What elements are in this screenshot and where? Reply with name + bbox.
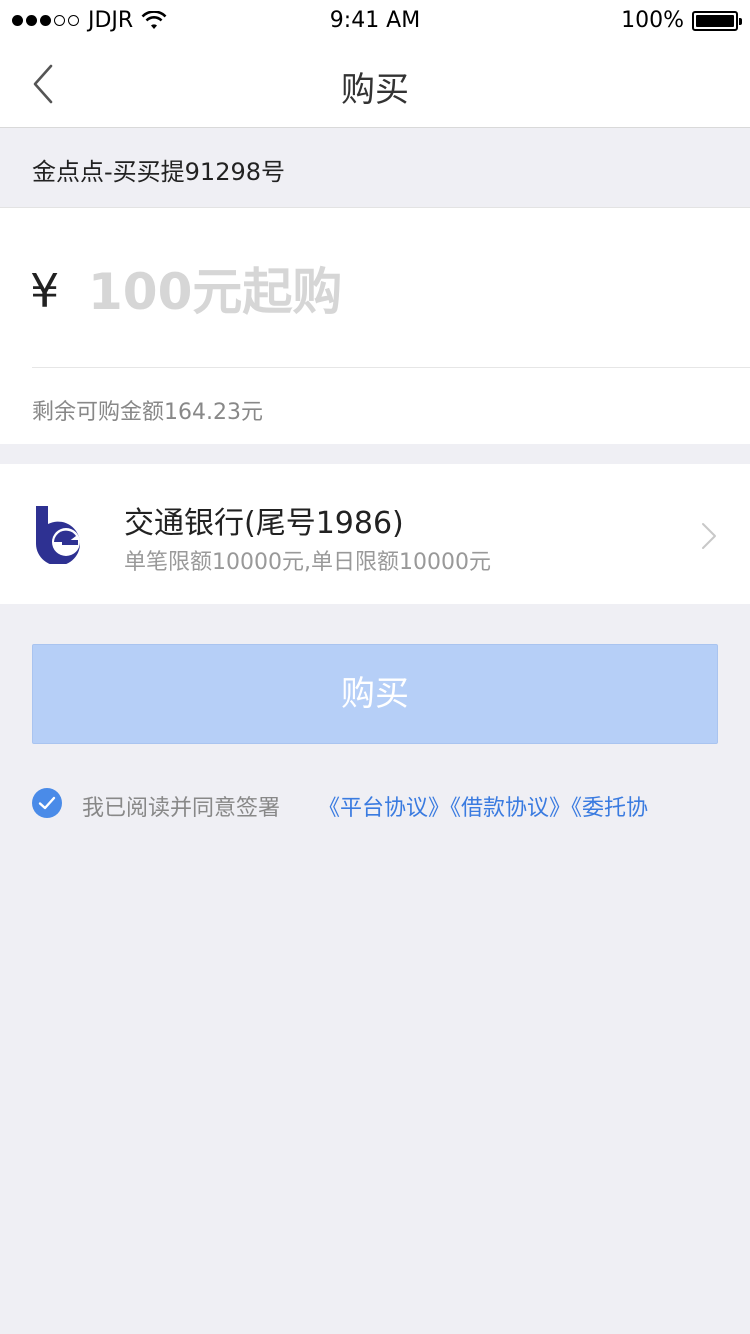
battery-status: 100% bbox=[621, 8, 742, 33]
agreement-row: 我已阅读并同意签署 《平台协议》《借款协议》《委托协 bbox=[32, 786, 750, 822]
page-title: 购买 bbox=[341, 70, 409, 110]
nav-bar: 购买 bbox=[0, 40, 750, 128]
chevron-right-icon bbox=[702, 523, 716, 549]
bank-logo-icon bbox=[36, 506, 80, 564]
bank-limit: 单笔限额10000元,单日限额10000元 bbox=[124, 550, 491, 575]
checkbox-checked-icon[interactable] bbox=[32, 788, 62, 818]
entrust-agreement-link[interactable]: 《委托协 bbox=[571, 796, 648, 821]
product-header: 金点点-买买提91298号 bbox=[0, 128, 750, 208]
bank-name: 交通银行(尾号1986) bbox=[124, 506, 404, 541]
buy-button[interactable]: 购买 bbox=[32, 644, 718, 744]
currency-symbol: ¥ bbox=[30, 264, 60, 318]
agreement-links: 《平台协议》《借款协议》《委托协 bbox=[318, 790, 648, 822]
agreement-text: 我已阅读并同意签署 bbox=[82, 796, 281, 821]
amount-input[interactable] bbox=[88, 256, 708, 328]
amount-card: ¥ 剩余可购金额164.23元 bbox=[0, 208, 750, 444]
status-bar: JDJR 9:41 AM 100% bbox=[0, 0, 750, 40]
bank-card-selector[interactable]: 交通银行(尾号1986) 单笔限额10000元,单日限额10000元 bbox=[0, 464, 750, 604]
battery-percent: 100% bbox=[621, 8, 684, 33]
divider bbox=[32, 367, 750, 368]
loan-agreement-link[interactable]: 《借款协议》 bbox=[450, 796, 571, 821]
platform-agreement-link[interactable]: 《平台协议》 bbox=[318, 796, 450, 821]
remaining-amount: 剩余可购金额164.23元 bbox=[32, 400, 263, 425]
battery-icon bbox=[692, 10, 742, 31]
product-name: 金点点-买买提91298号 bbox=[32, 158, 286, 186]
